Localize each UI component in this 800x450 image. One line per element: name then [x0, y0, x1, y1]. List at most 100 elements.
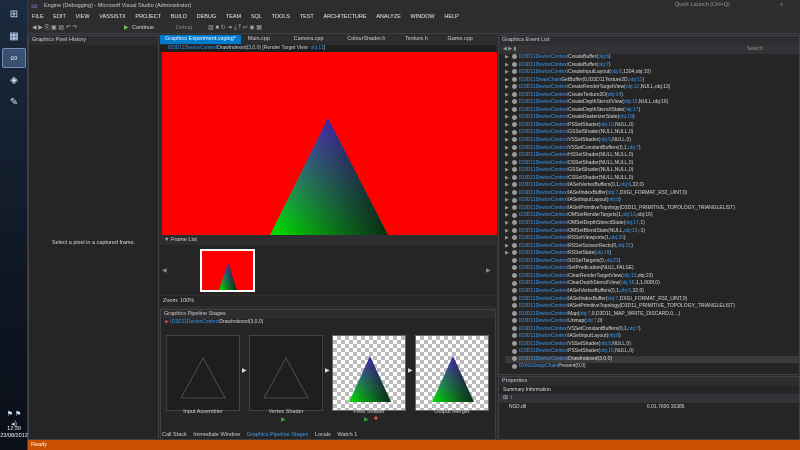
event-args[interactable]: obj:9 — [600, 137, 611, 143]
event-obj[interactable]: ID3D11DeviceContext — [519, 92, 568, 98]
menu-build[interactable]: BUILD — [171, 14, 187, 20]
event-obj[interactable]: ID3D11DeviceContext — [519, 167, 568, 173]
clock[interactable]: 12:39 23/08/2012 — [0, 426, 28, 440]
expand-icon[interactable]: ▶ — [505, 122, 512, 130]
expand-icon[interactable]: ▶ — [505, 54, 512, 62]
event-row[interactable]: ▶ ID3D11DeviceContextIASetVertexBuffers(0… — [505, 182, 799, 190]
menu-edit[interactable]: EDIT — [53, 14, 66, 20]
toolbar-nav-icons[interactable]: ◀ ▶ ⎘ ▣ ▤ ↶ ↷ — [32, 24, 77, 32]
menu-help[interactable]: HELP — [444, 14, 458, 20]
event-obj[interactable]: ID3D11DeviceContext — [519, 235, 568, 241]
event-row[interactable]: ▶ ID3D11DeviceContextCreateInputLayout(ob… — [505, 69, 799, 77]
event-row[interactable]: ▶ ID3D11DeviceContextGSSetShader(NULL,NUL… — [505, 129, 799, 137]
event-obj[interactable]: ID3D11DeviceContext — [519, 69, 568, 75]
event-args[interactable]: obj:19 — [624, 228, 638, 234]
event-obj[interactable]: ID3D11DeviceContext — [519, 114, 568, 120]
doc-header-obj[interactable]: obj:11 — [310, 45, 323, 51]
debug-shader-icon[interactable]: ■ — [374, 416, 378, 422]
event-row[interactable]: ▶ ID3D11DeviceContextCreateRenderTargetVi… — [505, 84, 799, 92]
explorer-taskbar-icon[interactable]: ▦ — [2, 26, 26, 46]
scroll-right-icon[interactable]: ▶ — [486, 267, 491, 274]
event-args[interactable]: obj:6 — [620, 288, 631, 294]
event-row[interactable]: ▶ ID3D11DeviceContextGSSetShader(NULL,NUL… — [505, 167, 799, 175]
expand-icon[interactable]: ▶ — [505, 62, 512, 70]
menu-debug[interactable]: DEBUG — [197, 14, 217, 20]
expand-icon[interactable]: ▶ — [505, 190, 512, 198]
expand-icon[interactable]: ▶ — [505, 182, 512, 190]
event-row[interactable]: ID3D11DeviceContextSOSetTargets(0,obj:22… — [505, 258, 799, 266]
event-args[interactable]: obj:7 — [598, 62, 609, 68]
event-row[interactable]: ▶ ID3D11DeviceContextCreateDepthStencilVi… — [505, 99, 799, 107]
event-obj[interactable]: ID3D11DeviceContext — [519, 205, 568, 211]
vertex-shader-stage[interactable] — [249, 335, 323, 411]
collapse-icon[interactable]: ▼ — [164, 237, 169, 243]
event-obj[interactable]: ID3D11DeviceContext — [519, 152, 568, 158]
event-row[interactable]: IDXGISwapChainPresent(0,0) — [505, 363, 799, 371]
event-row[interactable]: ID3D11DeviceContextDrawIndexed(3,0,0) — [505, 355, 799, 364]
quick-launch-input[interactable]: Quick Launch (Ctrl+Q) — [675, 2, 730, 8]
event-row[interactable]: ▶ ID3D11DeviceContextCreateDepthStencilSt… — [505, 107, 799, 115]
event-row[interactable]: ID3D11DeviceContextIASetPrimitiveTopolog… — [505, 303, 799, 311]
event-obj[interactable]: ID3D11DeviceContext — [519, 137, 568, 143]
event-obj[interactable]: ID3D11DeviceContext — [519, 265, 568, 271]
event-obj[interactable]: ID3D11DeviceContext — [519, 288, 568, 294]
play-icon[interactable]: ▶ — [281, 416, 286, 423]
menu-project[interactable]: PROJECT — [135, 14, 161, 20]
event-obj[interactable]: ID3D11DeviceContext — [519, 197, 568, 203]
tools-taskbar-icon[interactable]: ✎ — [2, 92, 26, 112]
menu-analyze[interactable]: ANALYZE — [376, 14, 401, 20]
event-row[interactable]: ID3D11DeviceContextClearDepthStencilView… — [505, 280, 799, 288]
event-args[interactable]: obj:14 — [608, 92, 622, 98]
scroll-left-icon[interactable]: ◀ — [162, 267, 167, 274]
event-obj[interactable]: ID3D11DeviceContext — [519, 122, 568, 128]
event-args[interactable]: obj:7 — [607, 296, 618, 302]
event-args[interactable]: obj:8 — [608, 197, 619, 203]
pixel-shader-stage[interactable] — [332, 335, 406, 411]
expand-icon[interactable]: ▶ — [505, 212, 512, 220]
tab-immediate-window[interactable]: Immediate Window — [193, 431, 240, 440]
menu-file[interactable]: FILE — [32, 14, 44, 20]
event-row[interactable]: ▶ ID3D11DeviceContextIASetInputLayout(obj… — [505, 197, 799, 205]
event-obj[interactable]: ID3D11DeviceContext — [519, 212, 568, 218]
event-obj[interactable]: ID3D11DeviceContext — [519, 99, 568, 105]
tab-call-stack[interactable]: Call Stack — [162, 431, 187, 440]
event-row[interactable]: ID3D11DeviceContextIASetInputLayout(obj:… — [505, 333, 799, 341]
event-args[interactable]: obj:7 — [628, 326, 639, 332]
event-obj[interactable]: ID3D11DeviceContext — [519, 228, 568, 234]
expand-icon[interactable]: ▶ — [505, 220, 512, 228]
event-args[interactable]: obj:6 — [620, 182, 631, 188]
event-row[interactable]: ▶ ID3D11DeviceContextIASetIndexBuffer(obj… — [505, 190, 799, 198]
properties-toolbar[interactable]: ⊞ ↕ — [499, 394, 799, 403]
event-obj[interactable]: ID3D11DeviceContext — [519, 348, 568, 354]
event-row[interactable]: ▶ ID3D11DeviceContextCSSetShader(NULL,NUL… — [505, 175, 799, 183]
event-args[interactable]: obj:6 — [598, 54, 609, 60]
menu-team[interactable]: TEAM — [226, 14, 241, 20]
event-row[interactable]: ID3D11DeviceContextIASetIndexBuffer(obj:… — [505, 296, 799, 304]
event-args[interactable]: obj:13 — [623, 273, 637, 279]
event-obj[interactable]: ID3D11DeviceContext — [519, 250, 568, 256]
event-row[interactable]: ▶ ID3D11DeviceContextVSSetShader(obj:9,NU… — [505, 137, 799, 145]
event-args[interactable]: obj:8 — [608, 333, 619, 339]
input-assembler-stage[interactable] — [166, 335, 240, 411]
event-row[interactable]: ▶ ID3D11DeviceContextPSSetShader(obj:10,N… — [505, 122, 799, 130]
event-row[interactable]: ID3D11DeviceContextVSSetShader(obj:9,NUL… — [505, 341, 799, 349]
event-search-input[interactable]: Search — [747, 45, 763, 54]
event-args[interactable]: obj:9 — [600, 341, 611, 347]
expand-icon[interactable]: ▶ — [505, 77, 512, 85]
event-obj[interactable]: ID3D11DeviceContext — [519, 303, 568, 309]
expand-icon[interactable]: ▶ — [505, 175, 512, 183]
expand-icon[interactable]: ▶ — [505, 197, 512, 205]
event-args[interactable]: obj:10 — [600, 122, 614, 128]
render-target-view[interactable] — [162, 52, 497, 235]
event-row[interactable]: ▶ ID3D11DeviceContextCreateRasterizerStat… — [505, 114, 799, 122]
event-obj[interactable]: ID3D11DeviceContext — [519, 280, 568, 286]
tab-graphics-experiment[interactable]: Graphics Experiment.vsglog* — [160, 35, 241, 44]
event-args[interactable]: obj:7 — [580, 311, 591, 317]
event-obj[interactable]: ID3D11DeviceContext — [519, 311, 568, 317]
event-args[interactable]: obj:18 — [619, 114, 633, 120]
frame-thumbnail[interactable] — [200, 249, 255, 292]
event-obj[interactable]: ID3D11DeviceContext — [519, 220, 568, 226]
event-row[interactable]: ▶ ID3D11DeviceContextVSSetConstantBuffers… — [505, 145, 799, 153]
play-icon[interactable]: ▶ — [364, 416, 369, 423]
debug-config-select[interactable]: Debug — [176, 25, 192, 31]
